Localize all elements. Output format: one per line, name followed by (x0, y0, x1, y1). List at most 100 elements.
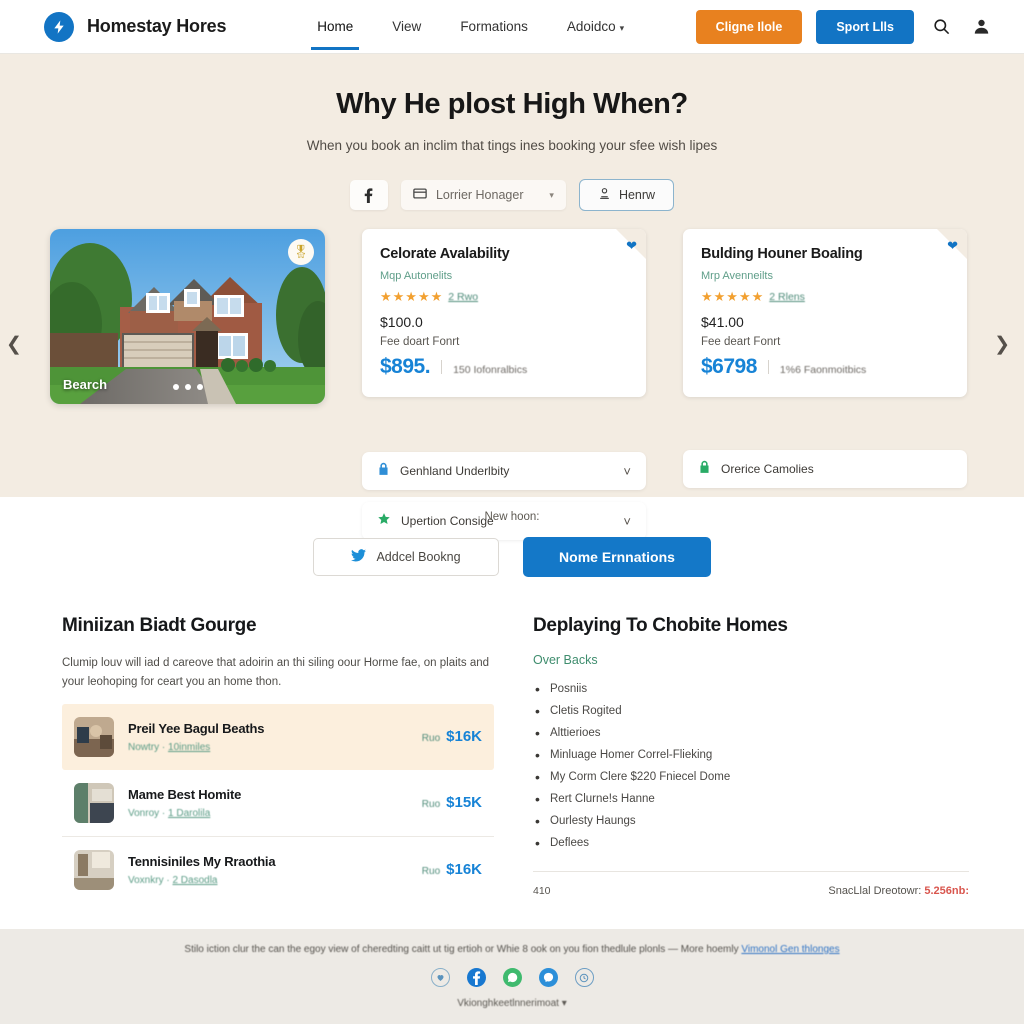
listing-title: Preil Yee Bagul Beaths (128, 720, 265, 736)
cta-row: Addcel Bookng Nome Ernnations (0, 537, 1024, 577)
addcel-booking-button[interactable]: Addcel Bookng (313, 538, 499, 576)
support-button[interactable]: Sport Llls (816, 9, 914, 44)
left-column-paragraph: Clumip louv will iad d careove that adoi… (62, 657, 490, 688)
listing-price: Ruo $15K (422, 794, 482, 811)
listing-subtitle: Vonroy · 1 Darolila (128, 807, 211, 819)
list-item: Ourlesty Haungs (533, 813, 969, 829)
property-photo-card[interactable]: 🎖 Bearch (50, 229, 325, 404)
filter-row: Lorrier Honager ▾ Henrw (0, 179, 1024, 211)
award-badge-icon: 🎖 (288, 239, 314, 265)
review-count[interactable]: 2 Rwo (448, 291, 478, 303)
main-nav: Home View Formations Adoidco ▾ (311, 3, 625, 50)
listing-thumbnail (74, 782, 114, 823)
accordion-label: Orerice Camolies (721, 462, 814, 476)
signup-button[interactable]: Cligne Ilole (695, 9, 803, 44)
list-item: Alttierioes (533, 725, 969, 741)
nav-item-adoidco[interactable]: Adoidco ▾ (566, 3, 625, 50)
right-column-title: Deplaying To Chobite Homes (533, 615, 788, 636)
home-ernnations-button[interactable]: Nome Ernnations (523, 537, 711, 577)
clock-icon[interactable] (574, 968, 594, 987)
list-item: My Corm Clere $220 Fniecel Dome (533, 769, 969, 785)
user-outline-icon (598, 187, 611, 203)
feature-list: Posniis Cletis Rogited Alttierioes Minlu… (533, 681, 969, 851)
status-badge: 5.256nb: (924, 885, 969, 897)
nav-item-home[interactable]: Home (311, 3, 360, 50)
footer-disclaimer: Stilo iction clur the can the egoy view … (184, 944, 739, 955)
carousel-dots[interactable] (172, 384, 203, 390)
listing-sub-link[interactable]: 10inmiles (168, 742, 210, 753)
list-item[interactable]: Preil Yee Bagul Beaths Nowtry · 10inmile… (62, 703, 494, 770)
list-item: Cletis Rogited (533, 703, 969, 719)
heart-icon[interactable]: ❤ (947, 238, 958, 254)
footer-count: 410 (533, 885, 551, 897)
listing-text: Mame Best Homite Vonroy · 1 Darolila (128, 787, 408, 819)
list-item: Rert Clurne!s Hanne (533, 791, 969, 807)
listing-price-prefix: Ruo (421, 866, 441, 878)
manager-select-value: Lorrier Honager (435, 188, 524, 202)
property-card[interactable]: ❤ Celorate Avalability Mqp Autonelits ★★… (362, 229, 646, 397)
chevron-left-icon[interactable]: ❮ (6, 333, 22, 356)
footer-link[interactable]: Vimonol Gen thlonges (741, 944, 839, 955)
listing-price-value: $15K (446, 794, 482, 812)
review-count[interactable]: 2 Rlens (769, 291, 805, 303)
content-columns: Miniizan Biadt Gourge Clumip louv will i… (0, 577, 1024, 903)
heart-circle-icon[interactable] (430, 968, 450, 987)
card-price-small: $100.0 (380, 314, 423, 330)
right-column-footer: 410 SnacLlal Dreotowr: 5.256nb: (533, 871, 969, 897)
site-header: Homestay Hores Home View Formations Adoi… (0, 0, 1024, 54)
card-price-row: $6798 1%6 Faonmoitbics (701, 355, 949, 379)
divider (441, 360, 443, 374)
listing-text: Tennisiniles My Rraothia Voxnkry · 2 Das… (128, 854, 408, 886)
rating-row: ★★★★★ 2 Rwo (380, 289, 628, 305)
left-column-title: Miniizan Biadt Gourge (62, 615, 257, 636)
messenger-icon[interactable] (538, 968, 558, 987)
listing-price-prefix: Ruo (421, 733, 441, 745)
facebook-icon[interactable] (466, 968, 486, 987)
right-column: Deplaying To Chobite Homes Over Backs Po… (530, 615, 969, 903)
heart-icon[interactable]: ❤ (626, 238, 637, 254)
listing-sub-link[interactable]: 2 Dasodla (172, 875, 217, 886)
chevron-down-icon: ▾ (619, 23, 625, 33)
hero-subtitle: When you book an inclim that tings ines … (306, 138, 718, 153)
whatsapp-icon[interactable] (502, 968, 522, 987)
card-price-main: $895. (380, 355, 431, 378)
user-account-icon[interactable] (968, 14, 994, 40)
chevron-down-icon[interactable]: ˅ (623, 464, 631, 479)
right-column-subtitle: Over Backs (533, 653, 598, 667)
chevron-right-icon[interactable]: ❯ (994, 333, 1010, 356)
nav-item-formations[interactable]: Formations (459, 3, 529, 50)
manager-select[interactable]: Lorrier Honager ▾ (400, 180, 566, 210)
card-price-small: $41.00 (701, 314, 744, 330)
divider (767, 360, 769, 374)
footer-text: Stilo iction clur the can the egoy view … (0, 944, 1024, 955)
listing-price-value: $16K (446, 728, 482, 746)
lock-blue-icon (377, 462, 390, 481)
nav-item-view[interactable]: View (391, 3, 422, 50)
lightning-bolt-icon (44, 11, 74, 42)
listing-price-prefix: Ruo (421, 799, 441, 811)
facebook-f-icon[interactable] (349, 180, 388, 210)
property-card[interactable]: ❤ Bulding Houner Boaling Mrp Avenneilts … (683, 229, 967, 397)
search-icon[interactable] (928, 14, 954, 40)
brand-name: Homestay Hores (87, 16, 227, 36)
accordion-genhland[interactable]: Genhland Underlbity ˅ (362, 452, 646, 490)
listing-title: Mame Best Homite (128, 786, 242, 802)
user-filter-button[interactable]: Henrw (578, 179, 675, 211)
brand[interactable]: Homestay Hores (44, 11, 227, 42)
card-price-note: 150 Iofonralbics (453, 364, 528, 376)
card-price-row: $895. 150 Iofonralbics (380, 355, 628, 379)
card-meta: Mrp Avenneilts (701, 270, 773, 282)
social-links (0, 968, 1024, 987)
left-column: Miniizan Biadt Gourge Clumip louv will i… (62, 615, 494, 903)
accordion-orerice[interactable]: Orerice Camolies (683, 450, 967, 488)
card-note: Fee deart Fonrt (701, 336, 781, 348)
star-rating-icon: ★★★★★ (701, 289, 765, 304)
header-actions: Cligne Ilole Sport Llls (695, 9, 994, 44)
mid-cta-label: New hoon: (484, 511, 540, 523)
listing-subtitle: Voxnkry · 2 Dasodla (128, 874, 218, 886)
listing-sub-link[interactable]: 1 Darolila (168, 808, 210, 819)
language-selector[interactable]: Vkionghkeetlnnerimoat ▾ (0, 998, 1024, 1009)
list-item: Minluage Homer Correl-Flieking (533, 747, 969, 763)
list-item[interactable]: Mame Best Homite Vonroy · 1 Darolila Ruo… (62, 770, 494, 837)
list-item[interactable]: Tennisiniles My Rraothia Voxnkry · 2 Das… (62, 837, 494, 903)
